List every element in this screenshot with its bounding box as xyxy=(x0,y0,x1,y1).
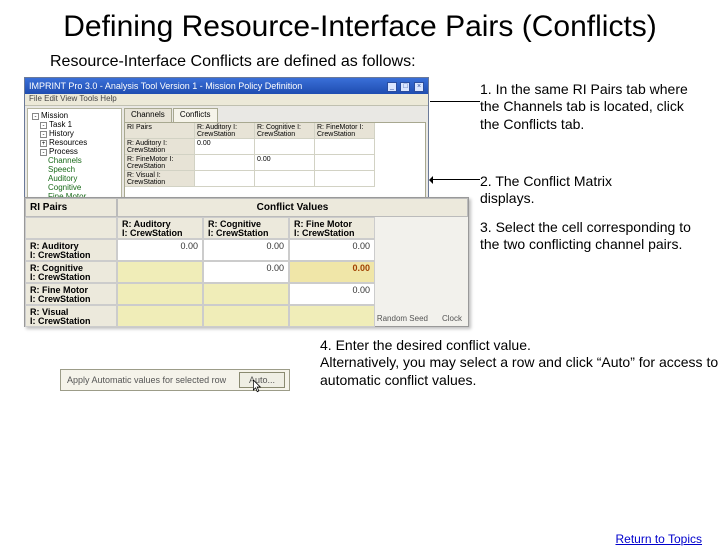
step-2-text: 2. The Conflict Matrix displays. xyxy=(480,173,660,208)
tree-view[interactable]: -Mission -Task 1 -History +Resources -Pr… xyxy=(27,108,122,209)
tab-channels[interactable]: Channels xyxy=(124,108,172,122)
tree-node[interactable]: Process xyxy=(49,147,78,156)
return-link[interactable]: Return to Topics xyxy=(616,532,703,546)
matrix-cell[interactable]: 0.00 xyxy=(203,261,289,283)
matrix-colhead: R: Auditory I: CrewStation xyxy=(117,217,203,239)
content-area: IMPRINT Pro 3.0 - Analysis Tool Version … xyxy=(20,77,700,457)
grid-cell[interactable]: 0.00 xyxy=(195,139,255,155)
auto-strip-label: Apply Automatic values for selected row xyxy=(61,375,239,385)
grid-cell[interactable] xyxy=(195,155,255,171)
step-3-text: 3. Select the cell corresponding to the … xyxy=(480,219,700,254)
matrix-cell[interactable] xyxy=(117,261,203,283)
matrix-cell-selected[interactable]: 0.00 xyxy=(289,261,375,283)
grid-header: R: Cognitive I: CrewStation xyxy=(255,123,315,139)
maximize-icon[interactable]: □ xyxy=(400,82,410,92)
matrix-cell[interactable] xyxy=(117,305,203,327)
grid-cell[interactable] xyxy=(315,155,375,171)
grid-rowhead: R: FineMotor I: CrewStation xyxy=(125,155,195,171)
grid-header: RI Pairs xyxy=(125,123,195,139)
callout-arrow xyxy=(430,179,480,180)
window-title: IMPRINT Pro 3.0 - Analysis Tool Version … xyxy=(29,81,302,91)
auto-button[interactable]: Auto... xyxy=(239,372,285,388)
matrix-colhead: R: Fine Motor I: CrewStation xyxy=(289,217,375,239)
app-window-screenshot: IMPRINT Pro 3.0 - Analysis Tool Version … xyxy=(24,77,429,212)
matrix-rowhead: R: Fine Motor I: CrewStation xyxy=(25,283,117,305)
auto-strip: Apply Automatic values for selected row … xyxy=(60,369,290,391)
tree-node[interactable]: Speech xyxy=(48,165,75,174)
panel-title-left: RI Pairs xyxy=(25,198,117,217)
grid-header: R: Auditory I: CrewStation xyxy=(195,123,255,139)
grid-cell[interactable]: 0.00 xyxy=(255,155,315,171)
grid-cell[interactable] xyxy=(255,171,315,187)
matrix-cell[interactable] xyxy=(203,305,289,327)
matrix-corner xyxy=(25,217,117,239)
matrix-cell[interactable] xyxy=(117,283,203,305)
matrix-colhead: R: Cognitive I: CrewStation xyxy=(203,217,289,239)
grid-header: R: FineMotor I: CrewStation xyxy=(315,123,375,139)
conflict-matrix-panel: RI Pairs Conflict Values R: Auditory I: … xyxy=(24,197,469,327)
tree-node[interactable]: History xyxy=(49,129,74,138)
tree-node[interactable]: Channels xyxy=(48,156,82,165)
matrix-cell[interactable]: 0.00 xyxy=(289,239,375,261)
matrix-cell[interactable] xyxy=(203,283,289,305)
intro-text: Resource-Interface Conflicts are defined… xyxy=(50,53,670,71)
matrix-cell[interactable]: 0.00 xyxy=(203,239,289,261)
grid-cell[interactable] xyxy=(255,139,315,155)
window-titlebar: IMPRINT Pro 3.0 - Analysis Tool Version … xyxy=(25,78,428,94)
tree-node[interactable]: Mission xyxy=(41,111,68,120)
matrix-cell[interactable]: 0.00 xyxy=(289,283,375,305)
tab-conflicts[interactable]: Conflicts xyxy=(173,108,218,122)
page-title: Defining Resource-Interface Pairs (Confl… xyxy=(40,10,680,45)
matrix-rowhead: R: Visual I: CrewStation xyxy=(25,305,117,327)
conflict-matrix[interactable]: R: Auditory I: CrewStation R: Cognitive … xyxy=(25,217,468,327)
matrix-rowhead: R: Auditory I: CrewStation xyxy=(25,239,117,261)
ri-pairs-tabs: Channels Conflicts xyxy=(124,108,426,122)
matrix-cell[interactable]: 0.00 xyxy=(117,239,203,261)
step-1-text: 1. In the same RI Pairs tab where the Ch… xyxy=(480,81,700,134)
close-icon[interactable]: × xyxy=(414,82,424,92)
grid-rowhead: R: Visual I: CrewStation xyxy=(125,171,195,187)
tree-node[interactable]: Cognitive xyxy=(48,183,81,192)
grid-cell[interactable] xyxy=(195,171,255,187)
step-4-text: 4. Enter the desired conflict value. Alt… xyxy=(320,337,720,390)
grid-cell[interactable] xyxy=(315,139,375,155)
grid-rowhead: R: Auditory I: CrewStation xyxy=(125,139,195,155)
callout-line xyxy=(430,101,480,102)
matrix-footer: Random SeedClock xyxy=(363,314,462,323)
matrix-rowhead: R: Cognitive I: CrewStation xyxy=(25,261,117,283)
tree-node[interactable]: Task 1 xyxy=(49,120,72,129)
menubar[interactable]: File Edit View Tools Help xyxy=(25,94,428,106)
minimize-icon[interactable]: _ xyxy=(387,82,397,92)
tree-node[interactable]: Auditory xyxy=(48,174,77,183)
conflict-grid-small[interactable]: RI Pairs R: Auditory I: CrewStation R: C… xyxy=(124,122,426,209)
grid-cell[interactable] xyxy=(315,171,375,187)
panel-title-right: Conflict Values xyxy=(117,198,468,217)
window-controls: _ □ × xyxy=(386,80,424,92)
tree-node[interactable]: Resources xyxy=(49,138,87,147)
